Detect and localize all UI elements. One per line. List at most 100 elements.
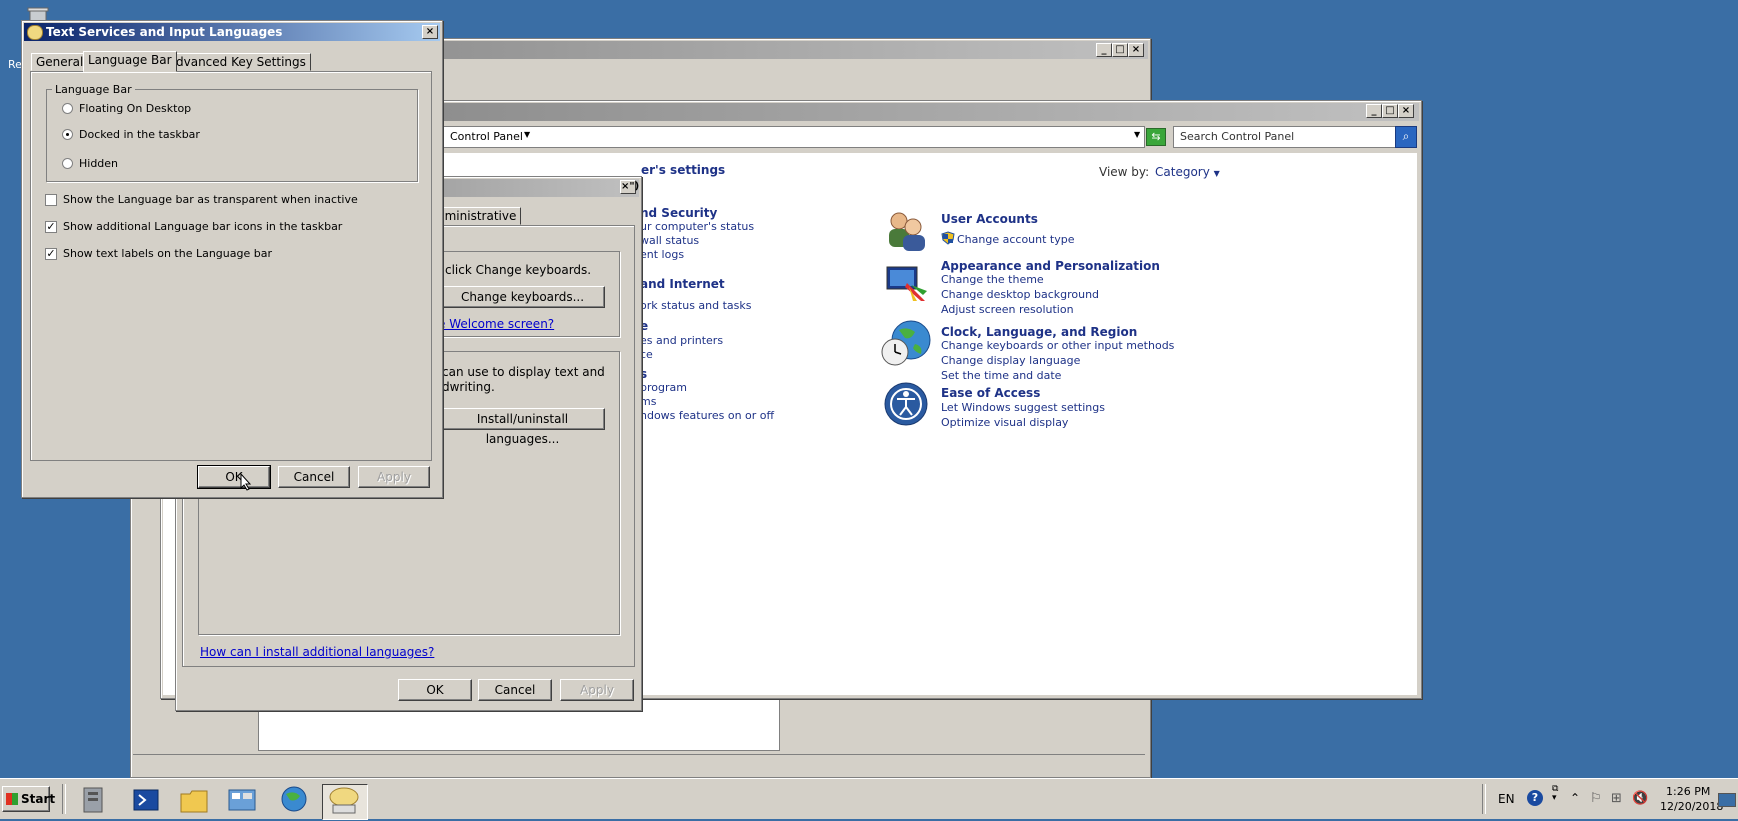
category-title[interactable]: nd Security xyxy=(640,206,717,220)
install-uninstall-button[interactable]: Install/uninstall languages... xyxy=(440,408,605,446)
control-panel-icon[interactable] xyxy=(224,784,260,818)
minimize-button[interactable]: _ xyxy=(1096,43,1112,57)
close-button[interactable]: × xyxy=(1398,104,1414,118)
taskbar: Start EN ? ⧉ ▾ ⌃ ⚐ ⊞ 🔇 1:26 PM 12/20/2018 xyxy=(0,778,1738,820)
tab-label: Advanced Key Settings xyxy=(168,55,306,69)
show-desktop-icon[interactable] xyxy=(1718,793,1736,807)
tab-language-bar[interactable]: Language Bar xyxy=(83,51,177,72)
users-icon[interactable] xyxy=(883,207,929,256)
address-crumb[interactable]: Control Panel xyxy=(450,130,523,143)
start-button[interactable]: Start xyxy=(2,786,55,812)
keyboards-text: click Change keyboards. xyxy=(445,263,592,277)
search-input[interactable]: Search Control Panel xyxy=(1173,126,1397,148)
show-hidden-icons-icon[interactable]: ⌃ xyxy=(1570,791,1580,805)
category-title[interactable]: Ease of Access xyxy=(941,386,1040,400)
ok-button[interactable]: OK xyxy=(398,679,472,701)
appearance-icon[interactable] xyxy=(883,263,929,306)
page-title: er's settings xyxy=(641,163,726,177)
change-keyboards-button[interactable]: Change keyboards... xyxy=(440,286,605,308)
internet-globe-icon[interactable] xyxy=(276,784,312,818)
refresh-icon[interactable]: ⇆ xyxy=(1146,128,1166,146)
clock-time[interactable]: 1:26 PM xyxy=(1666,785,1710,798)
chevron-down-icon[interactable]: ▼ xyxy=(524,130,530,139)
hidden-radio[interactable] xyxy=(62,158,73,169)
language-bar-task-icon[interactable] xyxy=(322,784,368,820)
search-placeholder: Search Control Panel xyxy=(1180,130,1295,143)
maximize-button[interactable]: □ xyxy=(1382,104,1398,118)
search-icon[interactable]: ⌕ xyxy=(1395,126,1417,148)
windows-logo-icon xyxy=(6,793,18,805)
how-install-link[interactable]: How can I install additional languages? xyxy=(200,645,434,659)
category-link[interactable]: ndows features on or off xyxy=(640,409,774,422)
category-title[interactable]: Clock, Language, and Region xyxy=(941,325,1137,339)
tab-general[interactable]: General xyxy=(31,53,89,71)
language-options-icon[interactable]: ⧉ ▾ xyxy=(1552,785,1558,803)
category-link[interactable]: Change desktop background xyxy=(941,288,1099,301)
display-language-text-2: dwriting. xyxy=(442,380,495,394)
category-link[interactable]: ur computer's status xyxy=(640,220,754,233)
close-button[interactable]: × xyxy=(1128,43,1144,57)
taskbar-separator xyxy=(1482,784,1486,814)
text-labels-checkbox[interactable]: ✓ xyxy=(45,248,57,260)
additional-icons-checkbox[interactable]: ✓ xyxy=(45,221,57,233)
category-title[interactable]: and Internet xyxy=(640,277,725,291)
network-icon[interactable]: ⊞ xyxy=(1611,791,1622,806)
maximize-button[interactable]: □ xyxy=(1112,43,1128,57)
cancel-button[interactable]: Cancel xyxy=(278,466,350,488)
category-link[interactable]: Let Windows suggest settings xyxy=(941,401,1105,414)
cancel-button[interactable]: Cancel xyxy=(478,679,552,701)
volume-muted-icon[interactable]: 🔇 xyxy=(1632,791,1648,806)
tab-label: Language Bar xyxy=(88,53,172,67)
docked-label[interactable]: Docked in the taskbar xyxy=(79,128,200,141)
category-link[interactable]: Adjust screen resolution xyxy=(941,303,1074,316)
category-link[interactable]: Optimize visual display xyxy=(941,416,1068,429)
category-link[interactable]: program xyxy=(640,381,687,394)
category-link[interactable]: Change display language xyxy=(941,354,1080,367)
apply-button[interactable]: Apply xyxy=(560,679,634,701)
welcome-screen-link[interactable]: e Welcome screen? xyxy=(438,317,554,331)
text-labels-label[interactable]: Show text labels on the Language bar xyxy=(63,247,272,260)
clock-globe-icon[interactable] xyxy=(881,318,931,371)
category-link[interactable]: ent logs xyxy=(640,248,684,261)
floating-radio[interactable] xyxy=(62,103,73,114)
shield-icon xyxy=(941,231,955,248)
chevron-down-icon[interactable]: ▼ xyxy=(1214,169,1220,178)
category-link[interactable]: ork status and tasks xyxy=(640,299,752,312)
tab-advanced-key-settings[interactable]: Advanced Key Settings xyxy=(163,53,311,71)
transparent-label[interactable]: Show the Language bar as transparent whe… xyxy=(63,193,358,206)
view-by-value[interactable]: Category xyxy=(1155,165,1210,179)
display-language-text: can use to display text and xyxy=(442,365,605,379)
ease-of-access-icon[interactable] xyxy=(883,381,929,430)
category-link[interactable]: wall status xyxy=(640,234,699,247)
text-services-dialog[interactable]: Text Services and Input Languages × Gene… xyxy=(21,20,443,498)
hidden-label[interactable]: Hidden xyxy=(79,157,118,170)
view-by-dropdown[interactable]: Category ▼ xyxy=(1155,165,1220,179)
category-link[interactable]: ms xyxy=(640,395,656,408)
server-manager-icon[interactable] xyxy=(76,784,112,818)
category-title[interactable]: Appearance and Personalization xyxy=(941,259,1160,273)
close-button[interactable]: ×") xyxy=(620,180,639,194)
category-title[interactable]: User Accounts xyxy=(941,212,1038,226)
docked-radio[interactable] xyxy=(62,129,73,140)
file-explorer-icon[interactable] xyxy=(176,784,212,818)
additional-icons-label[interactable]: Show additional Language bar icons in th… xyxy=(63,220,342,233)
close-button[interactable]: × xyxy=(422,25,438,39)
view-by-label: View by: xyxy=(1099,165,1150,179)
powershell-icon[interactable] xyxy=(128,784,164,818)
apply-button[interactable]: Apply xyxy=(358,466,430,488)
language-indicator[interactable]: EN xyxy=(1498,792,1515,806)
tab-administrative[interactable]: dministrative xyxy=(432,207,522,225)
category-link[interactable]: es and printers xyxy=(640,334,723,347)
clock-date[interactable]: 12/20/2018 xyxy=(1660,800,1723,813)
category-link[interactable]: Change account type xyxy=(957,233,1075,246)
address-dropdown-icon[interactable]: ▼ xyxy=(1134,130,1140,139)
category-link[interactable]: Change the theme xyxy=(941,273,1044,286)
action-center-flag-icon[interactable]: ⚐ xyxy=(1590,791,1602,806)
ok-button[interactable]: OK xyxy=(197,465,271,489)
category-link[interactable]: Change keyboards or other input methods xyxy=(941,339,1174,352)
transparent-checkbox[interactable] xyxy=(45,194,57,206)
category-link[interactable]: Set the time and date xyxy=(941,369,1061,382)
help-icon[interactable]: ? xyxy=(1527,790,1543,806)
floating-label[interactable]: Floating On Desktop xyxy=(79,102,191,115)
minimize-button[interactable]: _ xyxy=(1366,104,1382,118)
